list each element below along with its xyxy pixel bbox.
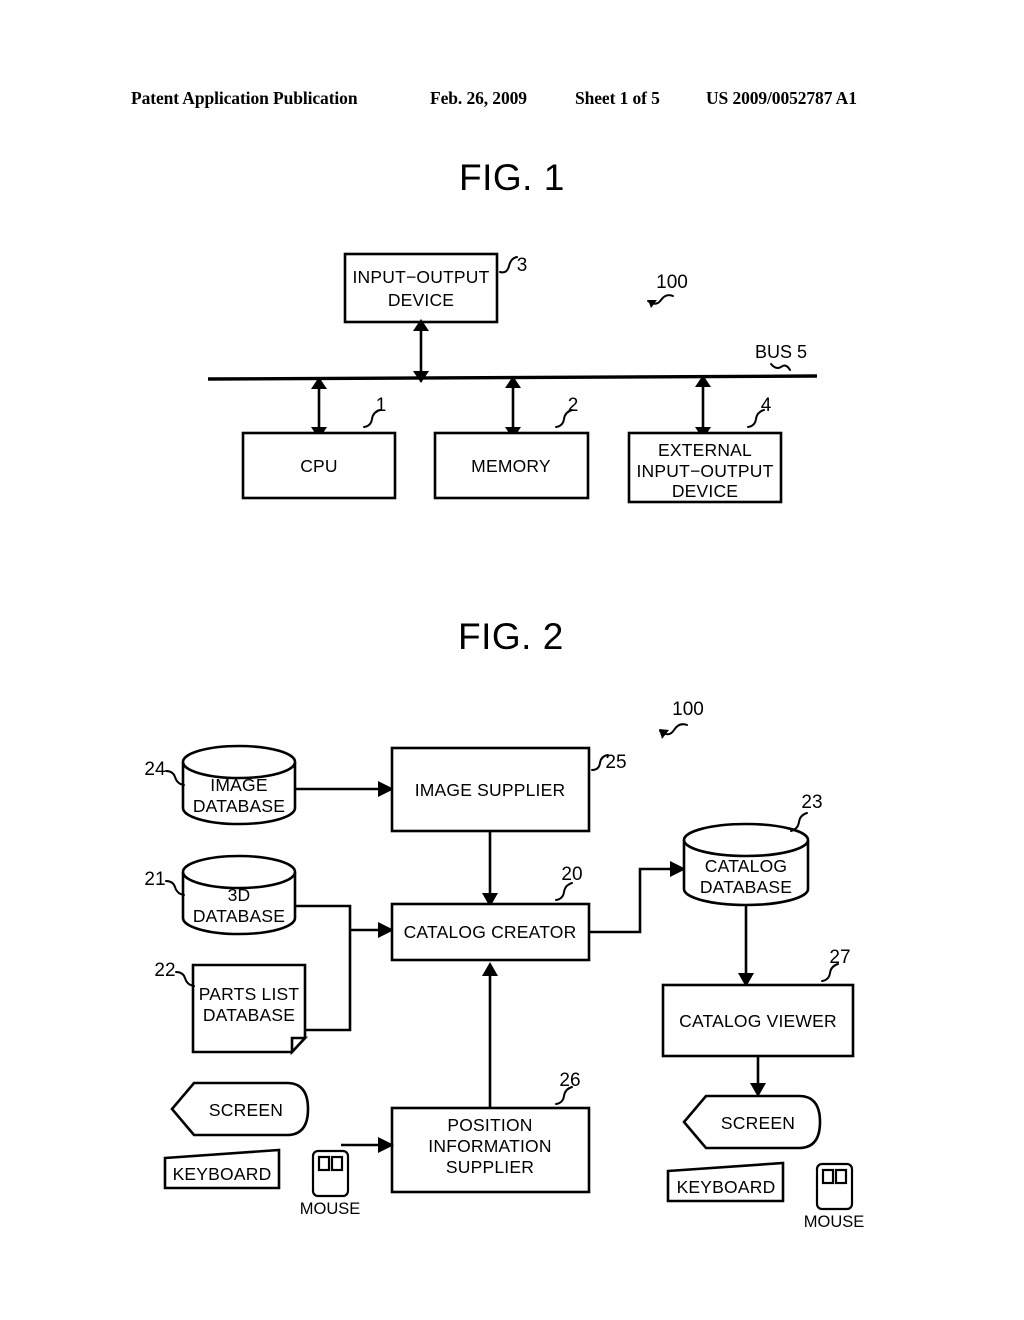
node-external-io-label-3: DEVICE <box>672 481 738 501</box>
node-position-info-supplier-label-3: SUPPLIER <box>446 1157 534 1177</box>
node-catalog-database: CATALOG DATABASE 23 <box>682 792 823 907</box>
connector-catalogcreator-to-catalogdb <box>589 861 686 934</box>
figure-1-group: INPUT−OUTPUT DEVICE 3 100 BUS 5 CPU 1 ME… <box>207 252 818 504</box>
node-external-io: EXTERNAL INPUT−OUTPUT DEVICE 4 <box>627 395 783 504</box>
ref-number-3: 3 <box>517 255 528 276</box>
node-keyboard-left: KEYBOARD <box>163 1148 281 1190</box>
figure-2-group: 100 IMAGE DATABASE 24 IMAGE SUPPLIER 25 … <box>144 699 864 1231</box>
ref-number-23: 23 <box>801 792 822 813</box>
node-parts-list-database-label-2: DATABASE <box>203 1005 295 1025</box>
node-keyboard-right: KEYBOARD <box>666 1161 785 1203</box>
node-mouse-left: MOUSE <box>300 1149 361 1218</box>
ref-number-26: 26 <box>559 1070 580 1091</box>
bus-label: BUS 5 <box>755 342 807 362</box>
node-io-device-label-1: INPUT−OUTPUT <box>352 267 489 287</box>
node-image-supplier-label: IMAGE SUPPLIER <box>415 780 566 800</box>
node-3d-database-label-2: DATABASE <box>193 906 285 926</box>
node-image-database-label-2: DATABASE <box>193 796 285 816</box>
node-catalog-viewer-label: CATALOG VIEWER <box>679 1011 837 1031</box>
ref-number-2: 2 <box>568 395 579 416</box>
node-mouse-right-label: MOUSE <box>804 1213 865 1231</box>
node-parts-list-database-label-1: PARTS LIST <box>199 984 300 1004</box>
node-catalog-database-label-1: CATALOG <box>705 856 787 876</box>
node-keyboard-right-label: KEYBOARD <box>677 1177 776 1197</box>
node-io-device: INPUT−OUTPUT DEVICE 3 <box>343 252 528 324</box>
ref-number-100-fig1: 100 <box>656 272 688 293</box>
node-external-io-label-1: EXTERNAL <box>658 440 752 460</box>
node-image-database: IMAGE DATABASE 24 <box>144 744 297 826</box>
node-image-database-label-1: IMAGE <box>210 775 267 795</box>
ref-number-21: 21 <box>144 869 165 890</box>
ref-number-22: 22 <box>154 960 175 981</box>
node-catalog-database-label-2: DATABASE <box>700 877 792 897</box>
ref-number-100-fig2: 100 <box>672 699 704 720</box>
ref-number-20: 20 <box>561 864 582 885</box>
ref-number-25: 25 <box>605 752 626 773</box>
connector-positioninfo-to-catalogcreator <box>482 962 498 1108</box>
figure-1-system-ref: 100 <box>647 272 688 308</box>
node-mouse-right: MOUSE <box>804 1162 865 1231</box>
bus-line: BUS 5 <box>207 342 818 381</box>
connector-catalogdb-to-catalogviewer <box>738 905 754 987</box>
ref-number-4: 4 <box>761 395 772 416</box>
node-memory-label: MEMORY <box>471 456 551 476</box>
node-external-io-label-2: INPUT−OUTPUT <box>636 461 773 481</box>
ref-number-27: 27 <box>829 947 850 968</box>
drawing-canvas: INPUT−OUTPUT DEVICE 3 100 BUS 5 CPU 1 ME… <box>144 252 864 1231</box>
node-io-device-label-2: DEVICE <box>388 290 454 310</box>
node-catalog-creator-label: CATALOG CREATOR <box>404 922 577 942</box>
node-position-info-supplier-label-1: POSITION <box>447 1115 532 1135</box>
node-image-supplier: IMAGE SUPPLIER 25 <box>390 746 627 833</box>
ref-number-1: 1 <box>376 395 387 416</box>
connector-imagesupplier-to-catalogcreator <box>482 832 498 907</box>
connector-imagedb-to-imagesupplier <box>296 781 394 797</box>
node-3d-database-label-1: 3D <box>228 885 251 905</box>
node-3d-database: 3D DATABASE 21 <box>144 854 297 936</box>
figure-2-system-ref: 100 <box>659 699 704 739</box>
node-screen-left: SCREEN <box>170 1081 310 1137</box>
patent-drawing-page: Patent Application Publication Feb. 26, … <box>0 0 1024 1320</box>
node-position-info-supplier-label-2: INFORMATION <box>428 1136 551 1156</box>
node-screen-right-label: SCREEN <box>721 1113 795 1133</box>
node-screen-right: SCREEN <box>682 1094 822 1150</box>
connector-io-to-bus <box>413 319 429 383</box>
ref-number-24: 24 <box>144 759 166 780</box>
node-cpu-label: CPU <box>300 456 338 476</box>
node-catalog-viewer: CATALOG VIEWER 27 <box>661 947 855 1058</box>
node-mouse-left-label: MOUSE <box>300 1200 361 1218</box>
connector-catalogviewer-to-screen-right <box>750 1057 766 1097</box>
connector-bus-to-cpu <box>311 377 327 439</box>
node-screen-left-label: SCREEN <box>209 1100 283 1120</box>
connector-bus-to-memory <box>505 376 521 439</box>
node-parts-list-database: PARTS LIST DATABASE 22 <box>154 960 308 1056</box>
connector-input-to-positioninfo <box>341 1137 394 1153</box>
node-keyboard-left-label: KEYBOARD <box>173 1164 272 1184</box>
connector-bus-to-external-io <box>695 375 711 439</box>
connector-databases-to-catalogcreator <box>296 904 394 1032</box>
node-memory: MEMORY 2 <box>433 395 590 500</box>
